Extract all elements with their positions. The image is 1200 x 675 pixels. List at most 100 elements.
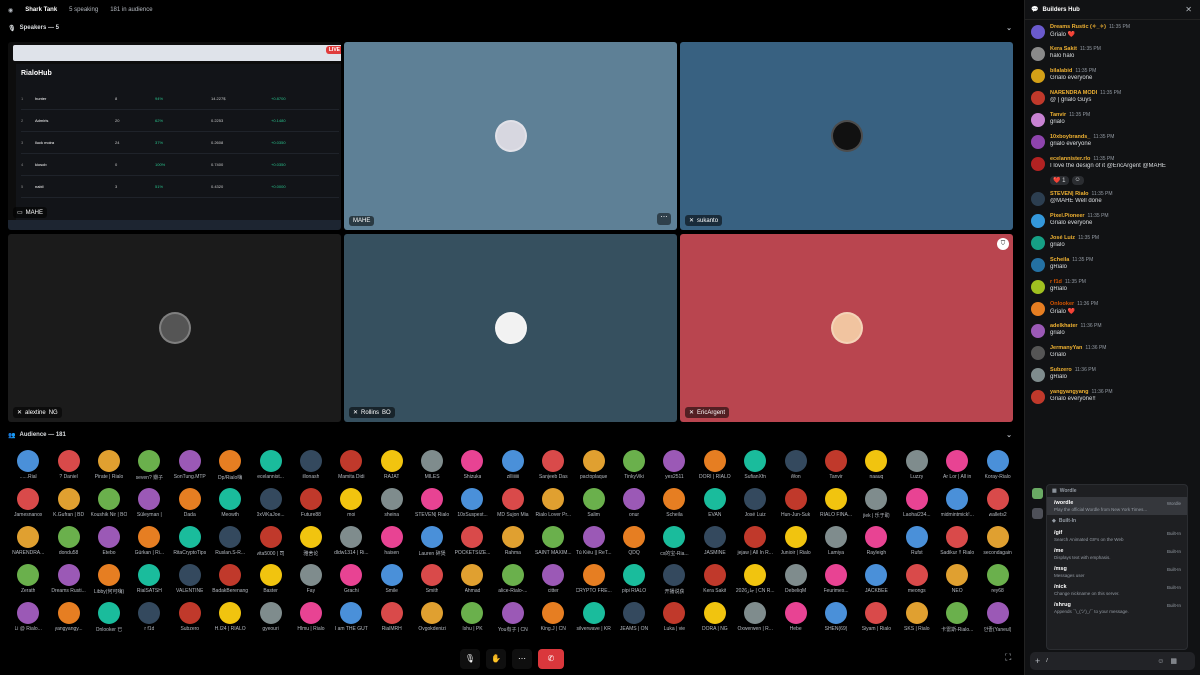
audience-member[interactable]: Subzero [170,602,210,640]
audience-member[interactable]: Hun-Jun-Suk [775,488,815,526]
message-author[interactable]: Dreams Rustic (✧_✧) [1050,24,1106,30]
mic-off-button[interactable]: 🎙 [460,649,480,669]
audience-member[interactable]: dldw1314 | Ri... [331,526,371,564]
message-author[interactable]: ecelannister.rlo [1050,156,1090,162]
command-item[interactable]: /msg Messages user Built-In [1047,563,1187,581]
audience-member[interactable]: meongs [897,564,937,602]
audience-member[interactable]: sheina [372,488,412,526]
message-author[interactable]: yangyangyang [1050,389,1089,395]
speaker-tile[interactable]: ✕ Rollins BO [344,234,677,422]
audience-member[interactable]: Koray-Rialo [977,450,1017,488]
avatar[interactable] [1031,214,1045,228]
audience-member[interactable]: Lamiya [816,526,856,564]
audience-member[interactable]: Future88 [291,488,331,526]
audience-member[interactable]: gyeouri [250,602,290,640]
avatar[interactable] [1031,390,1045,404]
audience-member[interactable]: Süleyman | [129,488,169,526]
audience-member[interactable]: Mamita Didi [331,450,371,488]
audience-member[interactable]: Rahma [493,526,533,564]
audience-member[interactable]: illonash [291,450,331,488]
audience-member[interactable]: Meowth [210,488,250,526]
avatar[interactable] [1031,236,1045,250]
audience-member[interactable]: Ar Lor | All in [937,450,977,488]
audience-member[interactable]: SHEN(69) [816,602,856,640]
audience-member[interactable]: TinkyViki [614,450,654,488]
message-author[interactable]: STEVEN| Rialo [1050,191,1089,197]
audience-member[interactable]: Junioir | Rialo [775,526,815,564]
audience-member[interactable]: NEO [937,564,977,602]
audience-member[interactable]: ? Daniel [48,450,88,488]
leave-call-button[interactable]: ✆ [538,649,564,669]
speaker-tile[interactable]: ⛉ ✕ EricArgent [680,234,1013,422]
audience-member[interactable]: Oxwerwen | R... [735,602,775,640]
audience-member[interactable]: CRYPTO FRE... [573,564,613,602]
audience-member[interactable]: STEVEN| Rialo [412,488,452,526]
audience-member[interactable]: Gürkan | Ri... [129,526,169,564]
audience-member[interactable]: Sadikur !! Rialo [937,526,977,564]
audience-member[interactable]: Salim [573,488,613,526]
audience-member[interactable]: Ishu | PK [452,602,492,640]
command-item[interactable]: /nick Change nickname on this server. Buil… [1047,581,1187,599]
audience-member[interactable]: RIALO FINA... [816,488,856,526]
audience-member[interactable]: Grachi [331,564,371,602]
message-author[interactable]: Subzero [1050,367,1072,373]
audience-member[interactable]: dondu58 [48,526,88,564]
audience-member[interactable]: Etebo [89,526,129,564]
audience-member[interactable]: Pirate | Rialo [89,450,129,488]
audience-member[interactable]: Scheila [654,488,694,526]
audience-member[interactable]: wallets2 [977,488,1017,526]
audience-member[interactable]: Feurimes... [816,564,856,602]
audience-member[interactable]: 开播说获 [654,564,694,602]
audience-member[interactable]: JACKBEE [856,564,896,602]
audience-member[interactable]: yangyangy... [48,602,88,640]
audience-member[interactable]: Rialo Lover Pr... [533,488,573,526]
command-item[interactable]: /wordle Play the official Wordle from Ne… [1047,497,1187,515]
audience-member[interactable]: DORA | NG [695,602,735,640]
audience-member[interactable]: DORI | RIALO [695,450,735,488]
audience-member[interactable]: NARENDRA... [8,526,48,564]
audience-member[interactable]: RAJAT [372,450,412,488]
audience-member[interactable]: Jamesnanox [8,488,48,526]
message-author[interactable]: 10xboybrands_ [1050,134,1090,140]
audience-member[interactable]: RialMRH [372,602,412,640]
audience-member[interactable]: 雅舍论 [291,526,331,564]
audience-member[interactable]: seven? 瓣子 [129,450,169,488]
audience-member[interactable]: vita5000 | 司 [250,526,290,564]
audience-member[interactable]: ......Rial [8,450,48,488]
avatar[interactable] [1031,192,1045,206]
audience-member[interactable]: yes2511 [654,450,694,488]
avatar[interactable] [1031,280,1045,294]
emoji-icon[interactable]: ☺ [1157,658,1164,665]
audience-member[interactable]: Smile [372,564,412,602]
command-item[interactable]: /gif Search Animated GIFs on the Web Built… [1047,527,1187,545]
audience-member[interactable]: SonTung.MTP [170,450,210,488]
audience-member[interactable]: H.I24 | RIALO [210,602,250,640]
audience-member[interactable]: VALENTINE [170,564,210,602]
audience-member[interactable]: naauq [856,450,896,488]
speaker-tile-screenshare[interactable]: LIVE RialoHub 1 hunter 8 94% 14.227$ +0.8700 2… [8,42,341,230]
avatar[interactable] [1031,113,1045,127]
audience-member[interactable]: Fay [291,564,331,602]
audience-member[interactable]: King.J | CN [533,602,573,640]
audience-member[interactable]: 안졸(Yaneul) [977,602,1017,640]
audience-member[interactable]: Siyam | Rialo [856,602,896,640]
avatar[interactable] [1031,346,1045,360]
audience-member[interactable]: JASMINE [695,526,735,564]
more-button[interactable]: ⋯ [512,649,532,669]
audience-member[interactable]: MILES [412,450,452,488]
reaction-button[interactable]: ☺ [1071,176,1084,185]
audience-member[interactable]: haisen [372,526,412,564]
audience-member[interactable]: Dp/Rialo嗨 [210,450,250,488]
audience-member[interactable]: r f1d [129,602,169,640]
audience-member[interactable]: RitaCryptoTips [170,526,210,564]
audience-member[interactable]: Onlooker 已 [89,602,129,640]
command-item[interactable]: /me Displays text with emphasis. Built-In [1047,545,1187,563]
message-author[interactable]: Scheila [1050,257,1069,263]
audience-member[interactable]: secondagain [977,526,1017,564]
audience-member[interactable]: alice-Rialo-... [493,564,533,602]
audience-member[interactable]: Ruslan.S-R... [210,526,250,564]
audience-member[interactable]: Dreams Rusti... [48,564,88,602]
audience-member[interactable]: Shizuka [452,450,492,488]
audience-member[interactable]: moi [331,488,371,526]
speaker-tile[interactable]: ✕ sukanto [680,42,1013,230]
